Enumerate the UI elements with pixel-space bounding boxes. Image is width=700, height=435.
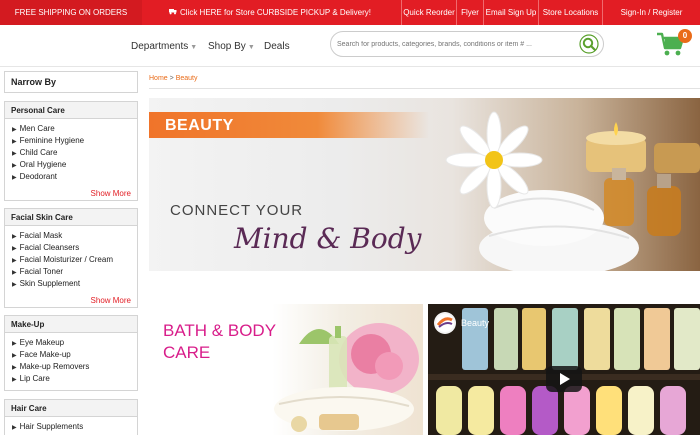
video-title: Beauty (461, 318, 490, 328)
hero-tagline: CONNECT YOUR (170, 202, 304, 219)
breadcrumb: Home > Beauty (149, 75, 197, 82)
email-signup-link[interactable]: Email Sign Up (483, 0, 538, 25)
search-input[interactable] (337, 37, 573, 52)
free-shipping-promo[interactable]: FREE SHIPPING ON ORDERS $59.99+ (0, 0, 142, 42)
breadcrumb-separator: > (169, 75, 174, 82)
chevron-right-icon: ▶ (12, 175, 17, 181)
facet-item[interactable]: ▶ Lip Care (12, 373, 137, 385)
search-button[interactable] (579, 34, 599, 54)
nav-shop-by-label: Shop By (208, 41, 246, 52)
facet-item-label: Facial Moisturizer / Cream (19, 255, 113, 264)
site-header: Departments▼ Shop By▼ Deals 0 (0, 25, 700, 67)
chevron-right-icon: ▶ (12, 425, 17, 431)
beauty-hero-banner[interactable]: BEAUTY CONNECT YOUR Mind & Body (149, 98, 700, 271)
chevron-down-icon: ▼ (247, 44, 255, 51)
curbside-pickup-text: Click HERE for Store CURBSIDE PICKUP & D… (179, 8, 371, 17)
chevron-right-icon: ▶ (12, 377, 17, 383)
search-bar (330, 31, 604, 57)
facet-item[interactable]: ▶ Skin Supplement (12, 278, 137, 290)
show-more-link[interactable]: Show More (91, 296, 131, 305)
chevron-right-icon: ▶ (12, 282, 17, 288)
facet-item-label: Feminine Hygiene (19, 136, 85, 145)
facet-item[interactable]: ▶ Make-up Removers (12, 361, 137, 373)
facet-item-label: Men Care (19, 124, 55, 133)
curbside-pickup-promo[interactable]: Click HERE for Store CURBSIDE PICKUP & D… (142, 0, 398, 25)
hero-script-text: Mind & Body (234, 222, 422, 255)
facet-item[interactable]: ▶ Deodorant (12, 171, 137, 183)
facet-make-up: Make-Up ▶ Eye Makeup ▶ Face Make-up ▶ Make-… (4, 315, 138, 391)
facet-item[interactable]: ▶ Facial Moisturizer / Cream (12, 254, 137, 266)
beauty-video-player[interactable]: Beauty (428, 304, 700, 435)
facet-item-label: Skin Supplement (19, 279, 81, 288)
flyer-link[interactable]: Flyer (456, 0, 483, 25)
facet-item[interactable]: ▶ Hair Supplements (12, 421, 137, 433)
facet-item-label: Oral Hygiene (19, 160, 67, 169)
chevron-down-icon: ▼ (190, 44, 198, 51)
nav-shop-by[interactable]: Shop By ▼ (208, 41, 255, 52)
play-icon (560, 373, 570, 385)
facet-title[interactable]: Make-Up (5, 316, 137, 333)
breadcrumb-current: Beauty (175, 75, 198, 82)
top-promo-bar: FREE SHIPPING ON ORDERS $59.99+ Click HE… (0, 0, 700, 42)
facet-item-label: Eye Makeup (19, 338, 65, 347)
facet-item[interactable]: ▶ Facial Cleansers (12, 242, 137, 254)
facet-item-label: Lip Care (19, 374, 50, 383)
facet-hair-care: Hair Care ▶ Hair Supplements (4, 399, 138, 435)
play-button[interactable] (546, 366, 582, 392)
nav-departments-label: Departments (131, 41, 189, 52)
facet-facial-skin-care: Facial Skin Care ▶ Facial Mask ▶ Facial Cl… (4, 208, 138, 308)
search-icon (579, 34, 599, 54)
store-locations-link[interactable]: Store Locations (538, 0, 602, 25)
quick-reorder-link[interactable]: Quick Reorder (401, 0, 456, 25)
bath-body-care-title: BATH & BODY CARE (163, 321, 276, 362)
bath-body-care-promo[interactable]: BATH & BODY CARE (149, 304, 423, 435)
facet-personal-care: Personal Care ▶ Men Care ▶ Feminine Hygien… (4, 101, 138, 201)
facet-item[interactable]: ▶ Eye Makeup (12, 337, 137, 349)
facet-item[interactable]: ▶ Facial Toner (12, 266, 137, 278)
facet-item[interactable]: ▶ Child Care (12, 147, 137, 159)
filter-sidebar: Narrow By Personal Care ▶ Men Care ▶ Femin… (4, 71, 138, 435)
facet-item-label: Facial Cleansers (19, 243, 80, 252)
nav-deals[interactable]: Deals (264, 41, 290, 52)
facet-item-label: Deodorant (19, 172, 57, 181)
facet-item[interactable]: ▶ Men Care (12, 123, 137, 135)
facet-item-label: Hair Supplements (19, 422, 84, 431)
facet-item[interactable]: ▶ Oral Hygiene (12, 159, 137, 171)
facet-item-label: Make-up Removers (19, 362, 90, 371)
facet-item-label: Face Make-up (19, 350, 71, 359)
sign-in-register-link[interactable]: Sign-In / Register (602, 0, 700, 25)
show-more-link[interactable]: Show More (91, 189, 131, 198)
breadcrumb-home-link[interactable]: Home (149, 75, 168, 82)
facet-item-label: Facial Mask (19, 231, 63, 240)
facet-item[interactable]: ▶ Face Make-up (12, 349, 137, 361)
facet-item-label: Child Care (19, 148, 58, 157)
cart-count-badge: 0 (678, 29, 692, 43)
cart-button[interactable]: 0 (656, 27, 692, 57)
facet-title[interactable]: Facial Skin Care (5, 209, 137, 226)
facet-item-label: Facial Toner (19, 267, 64, 276)
channel-logo (434, 312, 456, 334)
facet-title[interactable]: Hair Care (5, 400, 137, 417)
facet-item[interactable]: ▶ Feminine Hygiene (12, 135, 137, 147)
nav-departments[interactable]: Departments ▼ (131, 41, 197, 52)
facet-title[interactable]: Personal Care (5, 102, 137, 119)
narrow-by-heading: Narrow By (4, 71, 138, 93)
hero-category-label: BEAUTY (165, 117, 234, 134)
divider (149, 88, 700, 89)
truck-icon (168, 0, 177, 25)
facet-item[interactable]: ▶ Facial Mask (12, 230, 137, 242)
